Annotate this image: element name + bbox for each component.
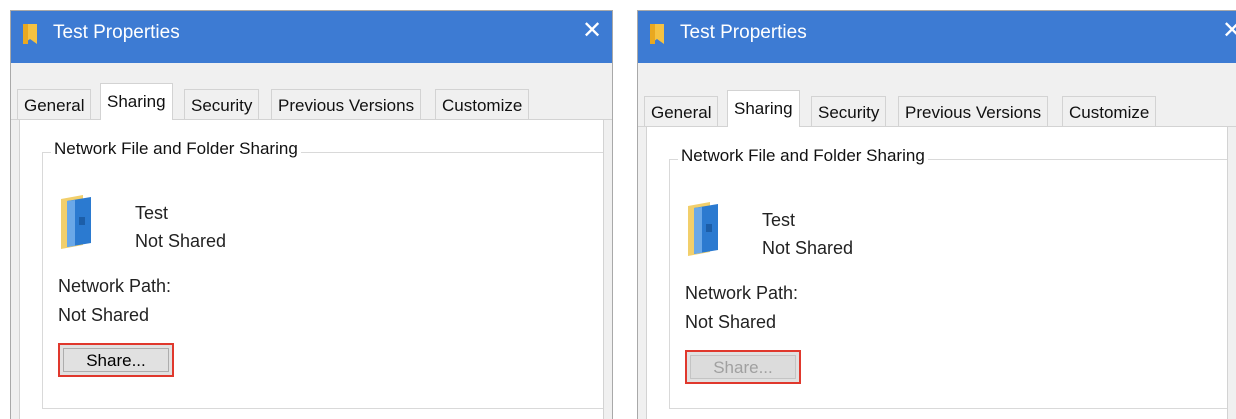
window-title: Test Properties: [53, 22, 180, 43]
folder-share-status: Not Shared: [762, 238, 854, 258]
sharing-tab-panel: Network File and Folder Sharing Test Not…: [19, 119, 604, 419]
tab-customize[interactable]: Customize: [435, 89, 530, 119]
network-sharing-group: Network File and Folder Sharing Test Not…: [42, 139, 603, 409]
network-path-value: Not Shared: [58, 305, 150, 325]
shared-folder-icon: [688, 202, 718, 256]
properties-dialog-left: Test Properties ✕ General Sharing Securi…: [10, 10, 613, 419]
folder-icon: [23, 24, 37, 44]
network-path-label: Network Path:: [58, 276, 172, 296]
share-button-disabled: Share...: [685, 350, 801, 384]
share-button-label: Share...: [63, 348, 169, 372]
close-icon[interactable]: ✕: [1218, 17, 1236, 45]
tab-strip: General Sharing Security Previous Versio…: [638, 90, 1236, 127]
sharing-tab-panel: Network File and Folder Sharing Test Not…: [646, 126, 1228, 419]
tab-security[interactable]: Security: [811, 96, 887, 126]
folder-icon: [650, 24, 664, 44]
group-title: Network File and Folder Sharing: [678, 146, 928, 166]
group-title: Network File and Folder Sharing: [51, 139, 301, 159]
tab-strip: General Sharing Security Previous Versio…: [11, 83, 612, 120]
folder-name: Test: [762, 210, 796, 230]
tab-general[interactable]: General: [644, 96, 719, 126]
tab-security[interactable]: Security: [184, 89, 260, 119]
window-title: Test Properties: [680, 22, 807, 43]
tab-previous-versions[interactable]: Previous Versions: [898, 96, 1049, 126]
tab-sharing[interactable]: Sharing: [100, 83, 173, 120]
tab-customize[interactable]: Customize: [1062, 96, 1157, 126]
shared-folder-icon: [61, 195, 91, 249]
network-sharing-group: Network File and Folder Sharing Test Not…: [669, 146, 1227, 409]
network-path-value: Not Shared: [685, 312, 777, 332]
share-button[interactable]: Share...: [58, 343, 174, 377]
folder-name: Test: [135, 203, 169, 223]
close-icon[interactable]: ✕: [578, 17, 606, 45]
network-path-label: Network Path:: [685, 283, 799, 303]
tab-general[interactable]: General: [17, 89, 92, 119]
tab-previous-versions[interactable]: Previous Versions: [271, 89, 422, 119]
folder-share-status: Not Shared: [135, 231, 227, 251]
share-button-label: Share...: [690, 355, 796, 379]
title-bar[interactable]: Test Properties ✕: [11, 11, 612, 63]
properties-dialog-right: Test Properties ✕ General Sharing Securi…: [637, 10, 1236, 419]
title-bar[interactable]: Test Properties ✕: [638, 11, 1236, 63]
tab-sharing[interactable]: Sharing: [727, 90, 800, 127]
